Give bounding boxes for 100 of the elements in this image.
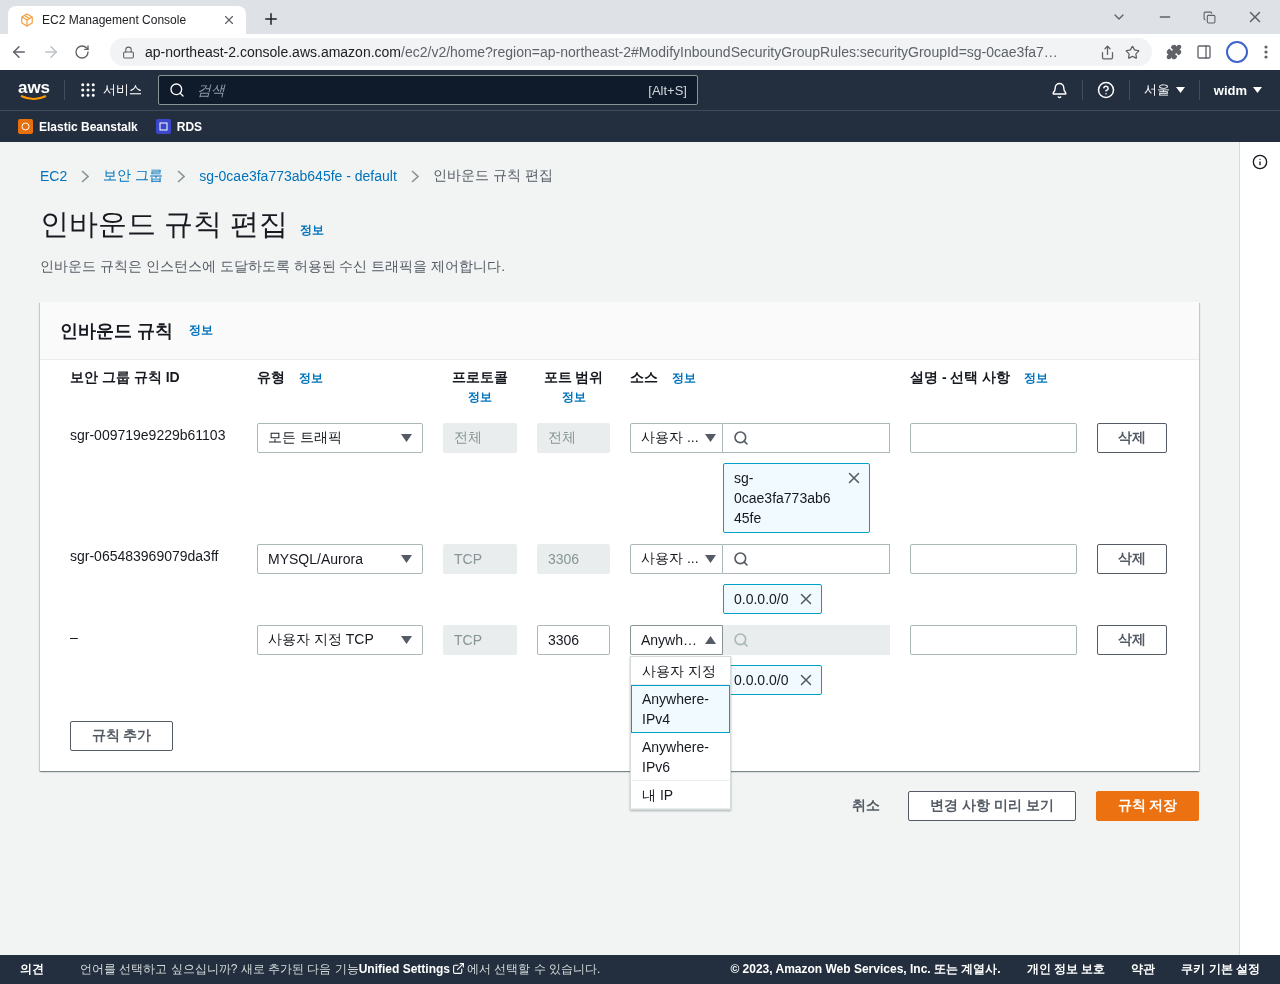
- search-icon: [169, 82, 185, 98]
- star-icon[interactable]: [1125, 44, 1140, 60]
- caret-icon: [1253, 87, 1262, 93]
- search-icon: [733, 632, 749, 648]
- breadcrumb-link[interactable]: EC2: [40, 168, 68, 184]
- footer-link[interactable]: 쿠키 기본 설정: [1181, 961, 1260, 978]
- footer-link[interactable]: 개인 정보 보호: [1026, 961, 1106, 978]
- address-bar[interactable]: ap-northeast-2.console.aws.amazon.com/ec2/v2/home?region=ap-northeast-2#ModifyInboundSecurityGroupRules:securityGroupId=sg-0cae3fa7…: [110, 38, 1152, 66]
- caret-icon: [401, 636, 412, 644]
- type-select[interactable]: 모든 트래픽: [257, 423, 423, 453]
- token-text: 0.0.0.0/0: [734, 590, 789, 609]
- chevron-right-icon: [81, 169, 90, 183]
- delete-button[interactable]: 삭제: [1097, 544, 1167, 574]
- info-icon[interactable]: [1252, 154, 1268, 170]
- lock-icon: [122, 45, 135, 59]
- description-field[interactable]: [910, 625, 1077, 655]
- browser-tab[interactable]: EC2 Management Console: [8, 6, 246, 34]
- feedback-link[interactable]: 의견: [20, 961, 44, 978]
- help-icon[interactable]: [1096, 81, 1115, 99]
- description-field[interactable]: [910, 423, 1077, 453]
- avatar[interactable]: [1226, 41, 1248, 63]
- user-menu[interactable]: widm: [1213, 82, 1262, 98]
- copyright: © 2023, Amazon Web Services, Inc. 또는 계열사.: [730, 961, 1001, 978]
- shortcut-hint: [Alt+S]: [648, 82, 687, 98]
- column-label: 프로토콜: [452, 368, 508, 387]
- caret-icon: [705, 636, 716, 644]
- share-icon[interactable]: [1100, 44, 1115, 60]
- caret-icon: [401, 555, 412, 563]
- info-link[interactable]: 정보: [1024, 368, 1049, 388]
- bell-icon[interactable]: [1050, 81, 1068, 99]
- search-field[interactable]: 검색 [Alt+S]: [158, 75, 698, 105]
- port-field: 3306: [537, 544, 610, 574]
- column-label: 설명 - 선택 사항: [910, 368, 1011, 387]
- description-field[interactable]: [910, 544, 1077, 574]
- preview-button[interactable]: 변경 사항 미리 보기: [908, 791, 1076, 821]
- caret-icon: [1175, 87, 1185, 93]
- puzzle-icon[interactable]: [1166, 44, 1182, 60]
- info-link[interactable]: 정보: [561, 387, 586, 407]
- caret-icon: [705, 555, 716, 563]
- column-label: 보안 그룹 규칙 ID: [70, 368, 180, 387]
- rule-id: –: [70, 628, 79, 647]
- info-link[interactable]: 정보: [468, 387, 492, 407]
- chevron-right-icon: [410, 169, 419, 183]
- source-select[interactable]: Anywh…: [630, 625, 723, 655]
- page-description: 인바운드 규칙은 인스턴스에 도달하도록 허용된 수신 트래픽을 제어합니다.: [40, 257, 507, 276]
- database-icon: [155, 119, 171, 134]
- breadcrumb-link[interactable]: 보안 그룹: [103, 167, 164, 185]
- cancel-button[interactable]: 취소: [844, 797, 888, 815]
- caret-icon: [705, 434, 716, 442]
- reload-icon[interactable]: [74, 44, 90, 60]
- breadcrumb-link[interactable]: sg-0cae3fa773ab645fe - default: [199, 168, 397, 184]
- source-select[interactable]: 사용자 ...: [630, 423, 723, 453]
- new-tab-icon[interactable]: [262, 10, 280, 28]
- favorite-link[interactable]: RDS: [155, 119, 203, 134]
- close-icon[interactable]: [222, 13, 236, 27]
- side-panel-icon[interactable]: [1196, 44, 1212, 60]
- port-field[interactable]: 3306: [537, 625, 610, 655]
- favorite-link[interactable]: Elastic Beanstalk: [18, 119, 138, 134]
- external-link-icon: [452, 962, 466, 975]
- restore-icon[interactable]: [1203, 10, 1216, 24]
- grid-icon: [79, 81, 97, 99]
- delete-button[interactable]: 삭제: [1097, 423, 1167, 453]
- port-field: 전체: [537, 423, 610, 453]
- info-link[interactable]: 정보: [672, 368, 696, 388]
- info-link[interactable]: 정보: [299, 368, 323, 388]
- delete-button[interactable]: 삭제: [1097, 625, 1167, 655]
- kebab-icon: [1264, 45, 1268, 59]
- more-icon[interactable]: [1262, 45, 1270, 59]
- token-text: sg-0cae3fa773ab645fe: [734, 469, 832, 528]
- chevron-right-icon: [177, 169, 186, 183]
- dropdown-option[interactable]: Anywhere-IPv4: [631, 685, 730, 733]
- info-link[interactable]: 정보: [189, 322, 213, 339]
- footer-link[interactable]: 약관: [1131, 961, 1156, 978]
- language-notice: 언어를 선택하고 싶으십니까? 새로 추가된 다음 기능Unified Settings 에서 선택할 수 있습니다.: [80, 961, 601, 978]
- type-select[interactable]: MYSQL/Aurora: [257, 544, 423, 574]
- url-text: ap-northeast-2.console.aws.amazon.com/ec2/v2/home?region=ap-northeast-2#ModifyInboundSecurityGroupRules:securityGroupId=sg-0cae3fa7…: [145, 44, 1059, 60]
- add-rule-button[interactable]: 규칙 추가: [70, 721, 173, 751]
- protocol-field: TCP: [443, 625, 517, 655]
- type-select[interactable]: 사용자 지정 TCP: [257, 625, 423, 655]
- aws-logo[interactable]: aws: [18, 79, 50, 101]
- tab-title: EC2 Management Console: [42, 13, 188, 27]
- services-menu[interactable]: 서비스: [79, 81, 142, 99]
- dropdown-option[interactable]: 사용자 지정: [631, 657, 730, 685]
- source-select[interactable]: 사용자 ...: [630, 544, 723, 574]
- protocol-field: TCP: [443, 544, 517, 574]
- search-input[interactable]: 검색: [195, 81, 639, 99]
- back-icon[interactable]: [10, 43, 28, 61]
- token-text: 0.0.0.0/0: [734, 671, 789, 690]
- column-label: 유형: [257, 368, 285, 387]
- search-icon: [733, 551, 749, 567]
- dropdown-option[interactable]: Anywhere-IPv6: [631, 733, 730, 781]
- source-search-field[interactable]: [723, 544, 890, 574]
- region-menu[interactable]: 서울: [1143, 81, 1185, 99]
- search-icon: [733, 430, 749, 446]
- dropdown-option[interactable]: 내 IP: [631, 781, 730, 809]
- caret-icon: [401, 434, 412, 442]
- info-link[interactable]: 정보: [300, 222, 325, 239]
- source-search-field[interactable]: [723, 423, 890, 453]
- settings-link[interactable]: Unified Settings: [358, 962, 451, 976]
- page-title: 인바운드 규칙 편집: [40, 207, 289, 242]
